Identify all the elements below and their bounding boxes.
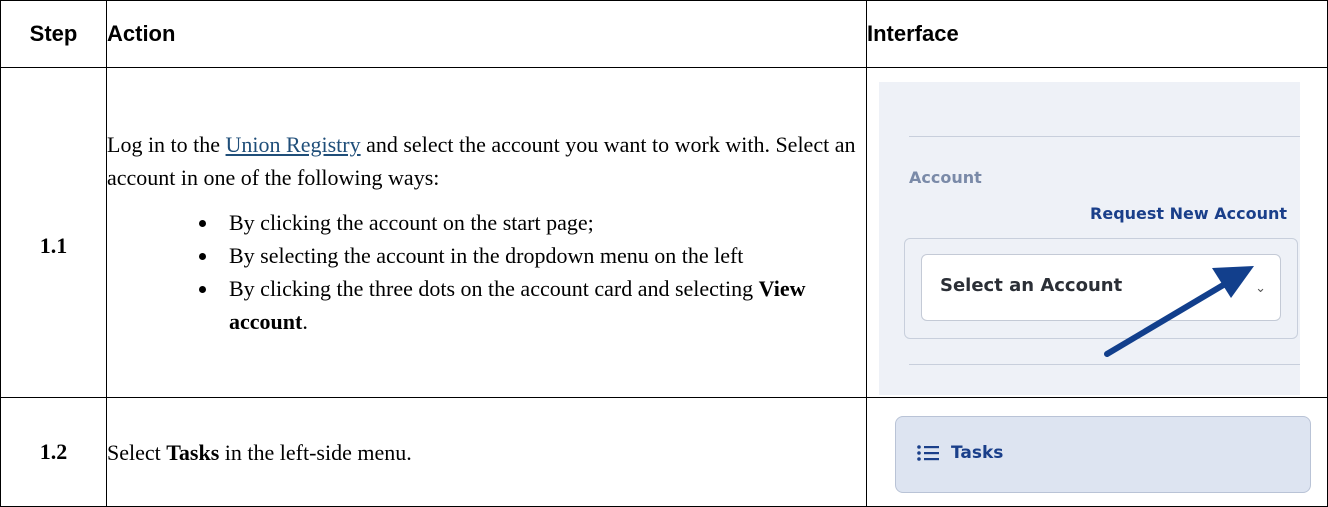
action-text: in the left-side menu. — [219, 439, 412, 465]
action-text: Log in to the — [107, 131, 226, 157]
steps-table: Step Action Interface 1.1 Log in to the … — [0, 0, 1328, 507]
bullet-list: By clicking the account on the start pag… — [107, 206, 866, 338]
union-registry-link[interactable]: Union Registry — [226, 132, 361, 157]
tasks-bold-label: Tasks — [166, 439, 220, 465]
tasks-menu-item[interactable]: Tasks — [895, 416, 1311, 493]
table-header-row: Step Action Interface — [0, 0, 1328, 68]
list-item-text: By clicking the three dots on the accoun… — [229, 275, 759, 301]
list-item: By clicking the three dots on the accoun… — [219, 272, 866, 338]
list-item: By clicking the account on the start pag… — [219, 206, 866, 239]
action-text: Select — [107, 439, 167, 465]
list-item-text: . — [302, 308, 308, 334]
tasks-menu-label: Tasks — [951, 443, 1004, 463]
step-number: 1.1 — [0, 67, 107, 398]
action-cell: Log in to the Union Registry and select … — [106, 67, 867, 398]
header-action: Action — [106, 0, 867, 68]
header-step: Step — [0, 0, 107, 68]
arrow-pointer-icon — [1104, 266, 1254, 357]
account-panel-screenshot: Account Request New Account Select an Ac… — [879, 82, 1300, 395]
list-item: By selecting the account in the dropdown… — [219, 239, 866, 272]
action-cell: Select Tasks in the left-side menu. — [106, 397, 867, 507]
step-number: 1.2 — [0, 397, 107, 507]
interface-cell: Tasks — [866, 397, 1328, 507]
table-row: 1.1 Log in to the Union Registry and sel… — [0, 67, 1328, 398]
header-interface: Interface — [866, 0, 1328, 68]
list-icon — [917, 445, 939, 461]
interface-cell: Account Request New Account Select an Ac… — [866, 67, 1328, 398]
table-row: 1.2 Select Tasks in the left-side menu. … — [0, 397, 1328, 507]
